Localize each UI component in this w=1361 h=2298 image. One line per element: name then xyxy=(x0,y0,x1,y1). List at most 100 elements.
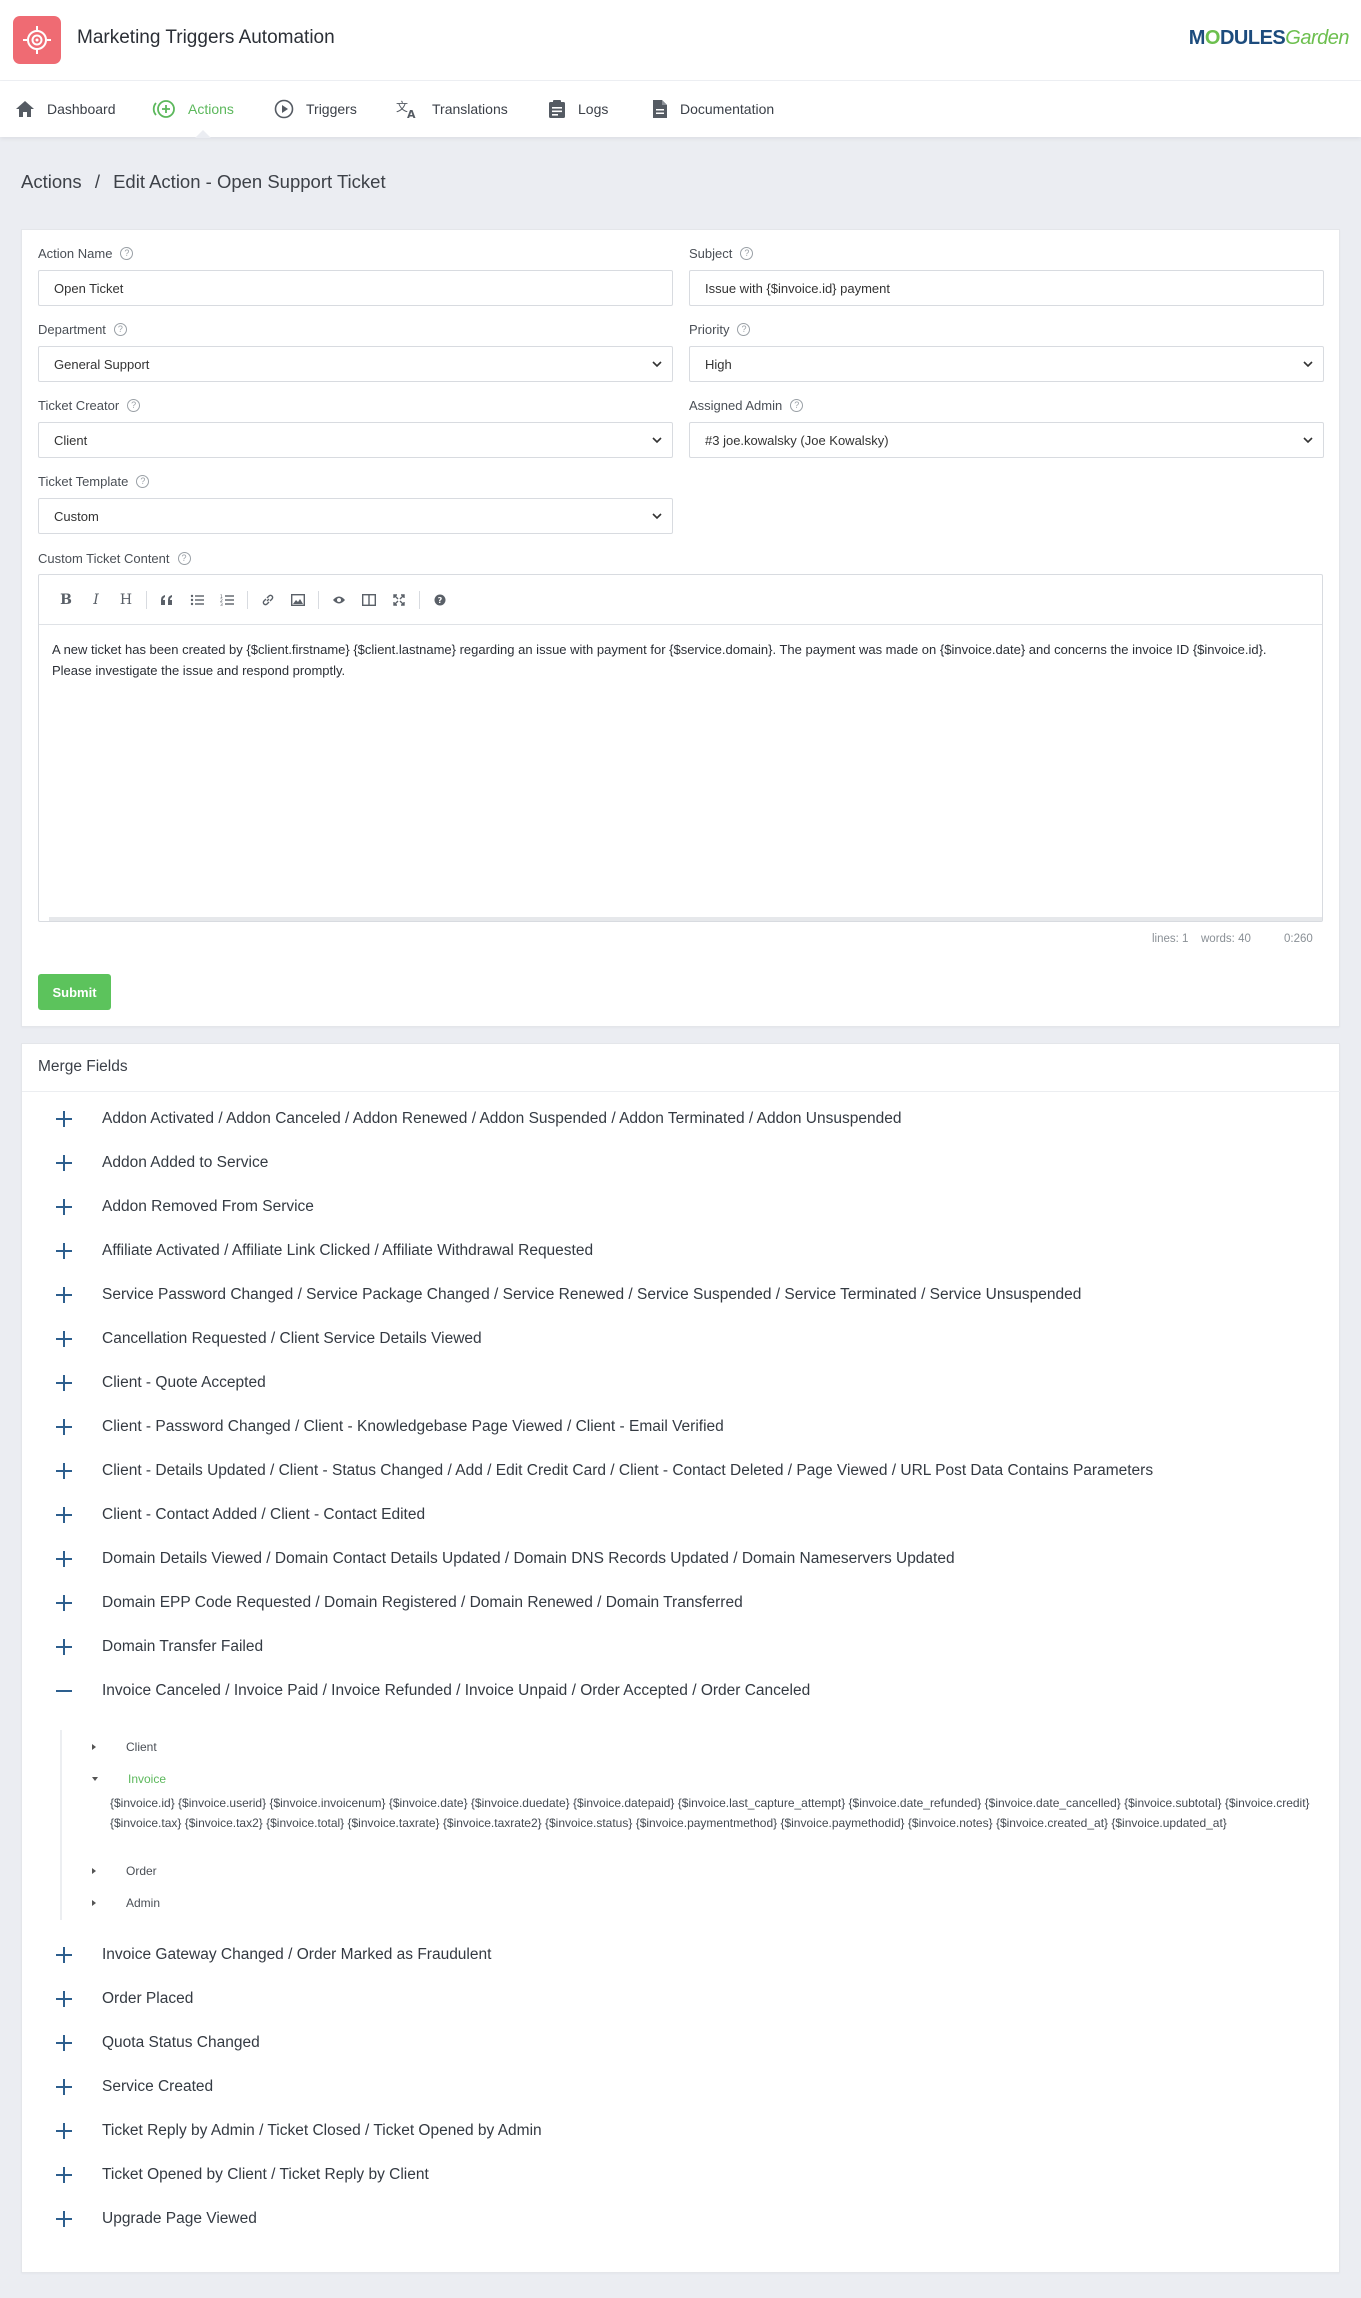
merge-group-item[interactable]: Domain EPP Code Requested / Domain Regis… xyxy=(56,1591,743,1615)
tree-item-invoice[interactable]: Invoice xyxy=(92,1772,166,1786)
merge-group-item[interactable]: Client - Password Changed / Client - Kno… xyxy=(56,1415,724,1439)
expand-plus-icon[interactable] xyxy=(56,1507,72,1523)
translate-icon: 文A xyxy=(396,99,416,119)
merge-group-item[interactable]: Cancellation Requested / Client Service … xyxy=(56,1327,482,1351)
merge-group-label: Service Password Changed / Service Packa… xyxy=(102,1286,1082,1303)
merge-group-label: Invoice Gateway Changed / Order Marked a… xyxy=(102,1946,492,1963)
editor-toolbar: B I H 123 ? xyxy=(39,575,1322,625)
action-name-label: Action Name? xyxy=(38,246,134,261)
expand-plus-icon[interactable] xyxy=(56,1419,72,1435)
merge-group-item[interactable]: Client - Quote Accepted xyxy=(56,1371,266,1395)
expand-plus-icon[interactable] xyxy=(56,2211,72,2227)
help-icon[interactable]: ? xyxy=(113,323,127,336)
editor-content[interactable]: A new ticket has been created by {$clien… xyxy=(39,625,1322,695)
merge-group-item[interactable]: Service Created xyxy=(56,2075,213,2099)
merge-group-item[interactable]: Ticket Opened by Client / Ticket Reply b… xyxy=(56,2163,429,2187)
numbered-list-icon[interactable]: 123 xyxy=(212,585,242,615)
merge-group-item[interactable]: Invoice Canceled / Invoice Paid / Invoic… xyxy=(56,1679,810,1703)
image-icon[interactable] xyxy=(283,585,313,615)
help-icon[interactable]: ? xyxy=(790,399,804,412)
modulesgarden-logo[interactable]: MODULESGarden xyxy=(1189,27,1350,50)
preview-eye-icon[interactable] xyxy=(324,585,354,615)
heading-icon[interactable]: H xyxy=(111,585,141,615)
merge-group-label: Cancellation Requested / Client Service … xyxy=(102,1330,482,1347)
expand-plus-icon[interactable] xyxy=(56,2167,72,2183)
expand-plus-icon[interactable] xyxy=(56,1639,72,1655)
expand-plus-icon[interactable] xyxy=(56,1287,72,1303)
help-icon[interactable]: ? xyxy=(136,475,150,488)
nav-actions[interactable]: Actions xyxy=(152,81,234,137)
tree-guide-line xyxy=(60,1730,62,1920)
divider xyxy=(22,1091,1340,1092)
collapse-minus-icon[interactable] xyxy=(56,1683,72,1699)
nav-documentation[interactable]: Documentation xyxy=(652,81,774,137)
help-icon[interactable]: ? xyxy=(425,585,455,615)
merge-group-item[interactable]: Client - Details Updated / Client - Stat… xyxy=(56,1459,1153,1483)
action-name-input[interactable]: Open Ticket xyxy=(38,270,673,306)
merge-group-item[interactable]: Service Password Changed / Service Packa… xyxy=(56,1283,1081,1307)
department-select[interactable]: General Support xyxy=(38,346,673,382)
ticket-template-label: Ticket Template? xyxy=(38,474,150,489)
app-title: Marketing Triggers Automation xyxy=(77,27,335,48)
invoice-merge-fields[interactable]: {$invoice.id} {$invoice.userid} {$invoic… xyxy=(110,1794,1310,1833)
tree-item-admin[interactable]: Admin xyxy=(92,1896,160,1910)
help-icon[interactable]: ? xyxy=(177,552,191,565)
help-icon[interactable]: ? xyxy=(120,247,134,260)
bullet-list-icon[interactable] xyxy=(182,585,212,615)
expand-plus-icon[interactable] xyxy=(56,1155,72,1171)
markdown-editor: B I H 123 ? A new ticket has been create… xyxy=(38,574,1323,922)
assigned-admin-select[interactable]: #3 joe.kowalsky (Joe Kowalsky) xyxy=(689,422,1324,458)
merge-group-item[interactable]: Affiliate Activated / Affiliate Link Cli… xyxy=(56,1239,593,1263)
nav-translations[interactable]: 文A Translations xyxy=(396,81,508,137)
expand-plus-icon[interactable] xyxy=(56,2123,72,2139)
nav-documentation-label: Documentation xyxy=(680,101,775,117)
merge-group-item[interactable]: Domain Details Viewed / Domain Contact D… xyxy=(56,1547,955,1571)
tree-item-client[interactable]: Client xyxy=(92,1740,157,1754)
app-logo-icon[interactable] xyxy=(13,16,61,64)
nav-translations-label: Translations xyxy=(432,101,508,117)
expand-plus-icon[interactable] xyxy=(56,2035,72,2051)
merge-group-item[interactable]: Order Placed xyxy=(56,1987,193,2011)
merge-group-item[interactable]: Addon Removed From Service xyxy=(56,1195,314,1219)
merge-group-item[interactable]: Quota Status Changed xyxy=(56,2031,260,2055)
help-icon[interactable]: ? xyxy=(740,247,754,260)
bold-icon[interactable]: B xyxy=(51,585,81,615)
fullscreen-icon[interactable] xyxy=(384,585,414,615)
merge-group-item[interactable]: Domain Transfer Failed xyxy=(56,1635,263,1659)
subject-input[interactable]: Issue with {$invoice.id} payment xyxy=(689,270,1324,306)
merge-group-item[interactable]: Addon Added to Service xyxy=(56,1151,268,1175)
italic-icon[interactable]: I xyxy=(81,585,111,615)
help-icon[interactable]: ? xyxy=(127,399,141,412)
merge-group-item[interactable]: Addon Activated / Addon Canceled / Addon… xyxy=(56,1107,901,1131)
editor-lines-count: lines: 1 xyxy=(1152,933,1189,945)
expand-plus-icon[interactable] xyxy=(56,1199,72,1215)
ticket-template-select[interactable]: Custom xyxy=(38,498,673,534)
expand-plus-icon[interactable] xyxy=(56,1551,72,1567)
expand-plus-icon[interactable] xyxy=(56,2079,72,2095)
help-icon[interactable]: ? xyxy=(737,323,751,336)
expand-plus-icon[interactable] xyxy=(56,1375,72,1391)
quote-icon[interactable] xyxy=(152,585,182,615)
link-icon[interactable] xyxy=(253,585,283,615)
merge-group-item[interactable]: Ticket Reply by Admin / Ticket Closed / … xyxy=(56,2119,542,2143)
expand-plus-icon[interactable] xyxy=(56,1111,72,1127)
priority-select[interactable]: High xyxy=(689,346,1324,382)
merge-group-item[interactable]: Client - Contact Added / Client - Contac… xyxy=(56,1503,425,1527)
submit-button[interactable]: Submit xyxy=(38,974,111,1010)
nav-triggers[interactable]: Triggers xyxy=(274,81,357,137)
expand-plus-icon[interactable] xyxy=(56,1947,72,1963)
breadcrumb-root[interactable]: Actions xyxy=(21,171,82,192)
nav-logs[interactable]: Logs xyxy=(548,81,608,137)
editor-scrollbar[interactable] xyxy=(49,917,1322,921)
expand-plus-icon[interactable] xyxy=(56,1331,72,1347)
tree-item-order[interactable]: Order xyxy=(92,1864,157,1878)
nav-dashboard[interactable]: Dashboard xyxy=(15,81,116,137)
expand-plus-icon[interactable] xyxy=(56,1243,72,1259)
ticket-creator-select[interactable]: Client xyxy=(38,422,673,458)
merge-group-item[interactable]: Upgrade Page Viewed xyxy=(56,2207,257,2231)
merge-group-item[interactable]: Invoice Gateway Changed / Order Marked a… xyxy=(56,1943,491,1967)
expand-plus-icon[interactable] xyxy=(56,1595,72,1611)
expand-plus-icon[interactable] xyxy=(56,1991,72,2007)
expand-plus-icon[interactable] xyxy=(56,1463,72,1479)
side-by-side-icon[interactable] xyxy=(354,585,384,615)
